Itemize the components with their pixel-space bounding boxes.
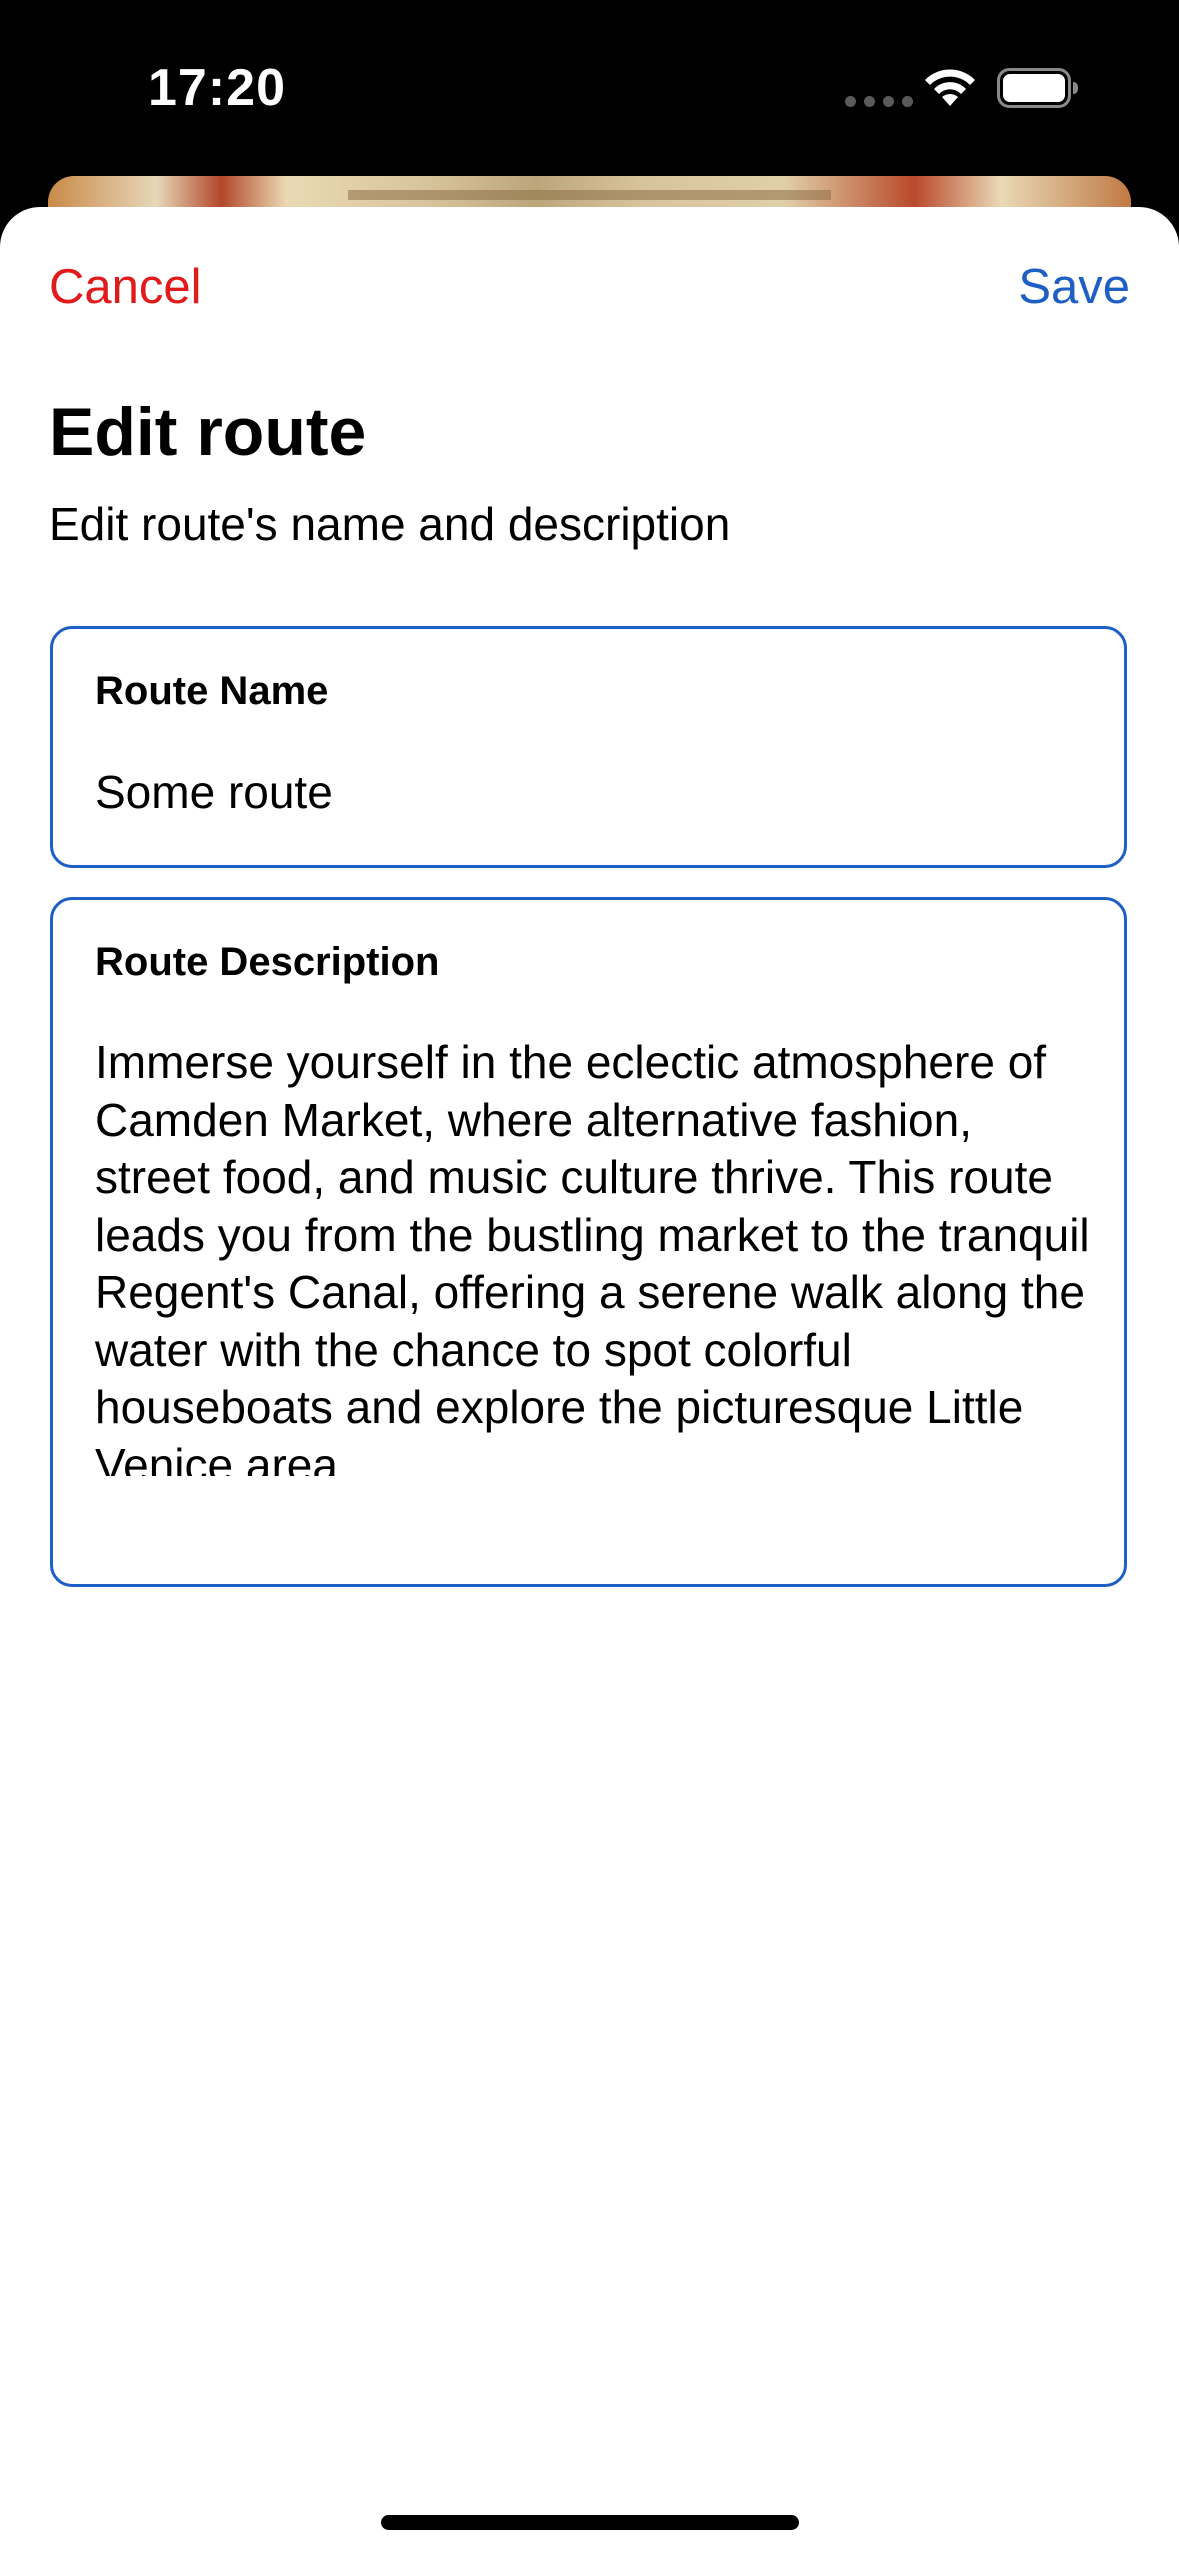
screen: 17:20 Cancel Save Edit route Edit route'…	[0, 0, 1179, 2556]
battery-icon	[997, 68, 1078, 108]
route-name-input[interactable]	[95, 765, 1075, 819]
edit-route-sheet: Cancel Save Edit route Edit route's name…	[0, 207, 1179, 2556]
route-description-input[interactable]: Immerse yourself in the eclectic atmosph…	[95, 1034, 1095, 1476]
status-bar: 17:20	[0, 0, 1179, 175]
route-name-label: Route Name	[95, 669, 329, 713]
route-description-label: Route Description	[95, 940, 440, 984]
save-button[interactable]: Save	[1018, 259, 1130, 315]
home-indicator[interactable]	[381, 2515, 799, 2530]
wifi-icon	[925, 69, 975, 106]
page-title: Edit route	[49, 394, 367, 470]
cellular-dots-icon	[845, 96, 913, 107]
route-description-field[interactable]: Route Description Immerse yourself in th…	[50, 897, 1127, 1587]
route-name-field[interactable]: Route Name	[50, 626, 1127, 868]
cancel-button[interactable]: Cancel	[49, 259, 202, 315]
page-subtitle: Edit route's name and description	[49, 498, 731, 550]
status-time: 17:20	[148, 59, 286, 117]
